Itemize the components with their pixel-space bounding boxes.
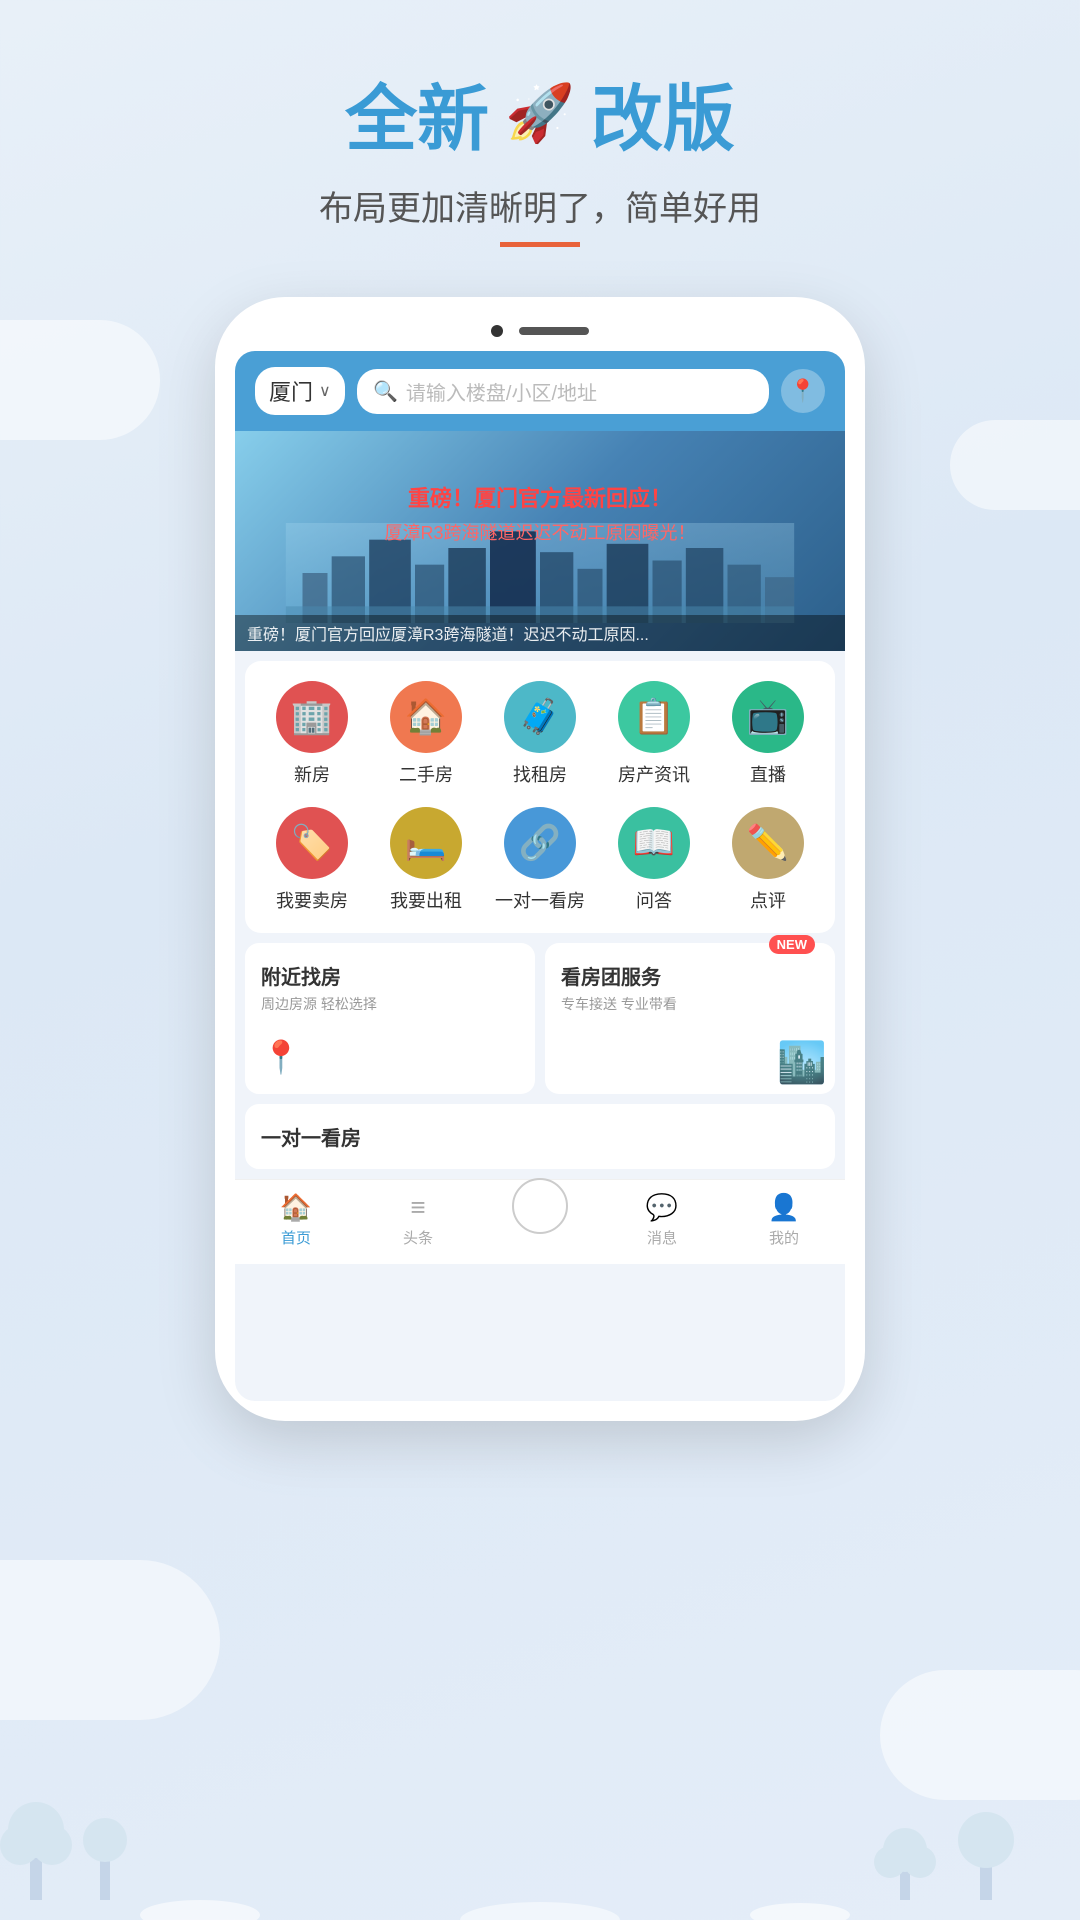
menu-item-qa[interactable]: 📖 问答 [604, 807, 704, 913]
bg-cloud-right-bottom [880, 1670, 1080, 1800]
qa-icon: 📖 [618, 807, 690, 879]
rocket-icon: 🚀 [505, 80, 575, 146]
nav-item-center-placeholder [479, 1192, 601, 1248]
house-tour-title: 看房团服务 [561, 961, 819, 990]
home-nav-icon: 🏠 [280, 1192, 312, 1223]
second-hand-label: 二手房 [399, 761, 453, 787]
city-label: 厦门 [269, 375, 313, 407]
banner-footer-text: 重磅！厦门官方回应厦漳R3跨海隧道！迟迟不动工原因... [247, 621, 833, 645]
banner-text-overlay: 重磅！厦门官方最新回应！ 厦漳R3跨海隧道迟迟不动工原因曝光！ [235, 481, 845, 545]
app-header: 厦门 ∨ 🔍 请输入楼盘/小区/地址 📍 [235, 351, 845, 431]
live-icon: 📺 [732, 681, 804, 753]
headline-nav-icon: ≡ [410, 1192, 425, 1223]
rent-out-label: 我要出租 [390, 887, 462, 913]
title-right: 改版 [591, 60, 735, 165]
menu-item-review[interactable]: ✏️ 点评 [718, 807, 818, 913]
house-tour-card[interactable]: NEW 看房团服务 专车接送 专业带看 🏙️ [545, 943, 835, 1094]
live-label: 直播 [750, 761, 786, 787]
rent-out-icon: 🛏️ [390, 807, 462, 879]
bottom-section[interactable]: 一对一看房 [245, 1104, 835, 1169]
banner-area[interactable]: 重磅！厦门官方最新回应！ 厦漳R3跨海隧道迟迟不动工原因曝光！ 重磅！厦门官方回… [235, 431, 845, 651]
phone-camera [491, 325, 503, 337]
house-tour-sub: 专车接送 专业带看 [561, 994, 819, 1014]
headline-nav-label: 头条 [403, 1227, 433, 1248]
menu-item-live[interactable]: 📺 直播 [718, 681, 818, 787]
banner-footer: 重磅！厦门官方回应厦漳R3跨海隧道！迟迟不动工原因... [235, 615, 845, 651]
nav-item-message[interactable]: 💬 消息 [601, 1192, 723, 1248]
city-selector[interactable]: 厦门 ∨ [255, 367, 345, 415]
nav-item-headline[interactable]: ≡ 头条 [357, 1192, 479, 1248]
message-nav-label: 消息 [647, 1227, 677, 1248]
phone-speaker [519, 327, 589, 335]
home-button-circle[interactable] [512, 1178, 568, 1234]
location-icon: 📍 [789, 378, 816, 404]
new-house-label: 新房 [294, 761, 330, 787]
qa-label: 问答 [636, 887, 672, 913]
profile-nav-label: 我的 [769, 1227, 799, 1248]
banner-headline: 重磅！厦门官方最新回应！ [235, 481, 845, 513]
menu-item-one-on-one[interactable]: 🔗 一对一看房 [490, 807, 590, 913]
bg-cloud-left-bottom [0, 1560, 220, 1720]
rental-icon: 🧳 [504, 681, 576, 753]
location-map-icon: 📍 [261, 1038, 519, 1076]
banner-sub: 厦漳R3跨海隧道迟迟不动工原因曝光！ [235, 519, 845, 545]
nearby-house-title: 附近找房 [261, 961, 519, 990]
chevron-down-icon: ∨ [319, 381, 331, 401]
phone-top-bar [235, 325, 845, 337]
sell-icon: 🏷️ [276, 807, 348, 879]
house-tour-image: 🏙️ [777, 1039, 827, 1086]
menu-item-rental[interactable]: 🧳 找租房 [490, 681, 590, 787]
bottom-section-title: 一对一看房 [261, 1122, 819, 1151]
menu-item-new-house[interactable]: 🏢 新房 [262, 681, 362, 787]
nearby-house-sub: 周边房源 轻松选择 [261, 994, 519, 1014]
new-house-icon: 🏢 [276, 681, 348, 753]
second-hand-icon: 🏠 [390, 681, 462, 753]
phone-mockup: 厦门 ∨ 🔍 请输入楼盘/小区/地址 📍 [215, 297, 865, 1421]
news-label: 房产资讯 [618, 761, 690, 787]
nav-item-home[interactable]: 🏠 首页 [235, 1192, 357, 1248]
header-section: 全新 🚀 改版 布局更加清晰明了，简单好用 [0, 0, 1080, 247]
rental-label: 找租房 [513, 761, 567, 787]
menu-item-sell[interactable]: 🏷️ 我要卖房 [262, 807, 362, 913]
bottom-nav: 🏠 首页 ≡ 头条 💬 消息 👤 我的 [235, 1179, 845, 1264]
menu-item-news[interactable]: 📋 房产资讯 [604, 681, 704, 787]
one-on-one-icon: 🔗 [504, 807, 576, 879]
menu-item-second-hand[interactable]: 🏠 二手房 [376, 681, 476, 787]
profile-nav-icon: 👤 [768, 1192, 800, 1223]
title-left: 全新 [345, 60, 489, 165]
phone-wrapper: 厦门 ∨ 🔍 请输入楼盘/小区/地址 📍 [0, 297, 1080, 1421]
location-button[interactable]: 📍 [781, 369, 825, 413]
search-icon: 🔍 [373, 379, 398, 404]
menu-row-2: 🏷️ 我要卖房 🛏️ 我要出租 🔗 一对一看房 [255, 807, 825, 913]
app-content: 厦门 ∨ 🔍 请输入楼盘/小区/地址 📍 [235, 351, 845, 1401]
search-placeholder-text: 请输入楼盘/小区/地址 [406, 377, 597, 406]
menu-row-1: 🏢 新房 🏠 二手房 🧳 找租房 [255, 681, 825, 787]
message-nav-icon: 💬 [646, 1192, 678, 1223]
news-icon: 📋 [618, 681, 690, 753]
search-bar[interactable]: 🔍 请输入楼盘/小区/地址 [357, 369, 769, 414]
review-label: 点评 [750, 887, 786, 913]
sell-label: 我要卖房 [276, 887, 348, 913]
nav-item-profile[interactable]: 👤 我的 [723, 1192, 845, 1248]
review-icon: ✏️ [732, 807, 804, 879]
one-on-one-label: 一对一看房 [495, 887, 585, 913]
menu-grid-section: 🏢 新房 🏠 二手房 🧳 找租房 [245, 661, 835, 933]
home-nav-label: 首页 [281, 1227, 311, 1248]
header-title: 全新 🚀 改版 [0, 60, 1080, 165]
nearby-house-card[interactable]: 附近找房 周边房源 轻松选择 📍 [245, 943, 535, 1094]
header-subtitle: 布局更加清晰明了，简单好用 [0, 181, 1080, 230]
menu-item-rent-out[interactable]: 🛏️ 我要出租 [376, 807, 476, 913]
section-cards: 附近找房 周边房源 轻松选择 📍 NEW 看房团服务 专车接送 专业带看 🏙️ [245, 943, 835, 1094]
new-badge: NEW [769, 935, 815, 954]
header-underline [500, 242, 580, 247]
